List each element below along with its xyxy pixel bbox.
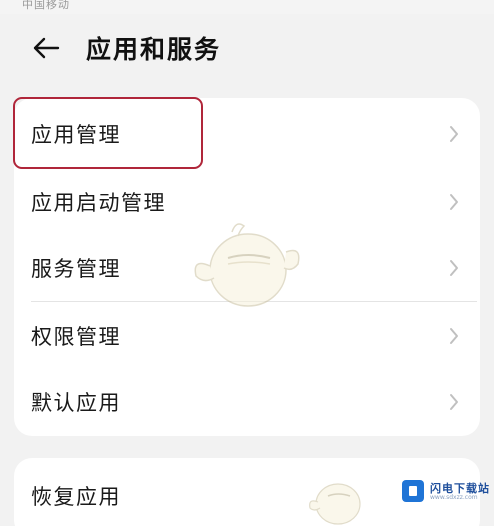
status-bar-carrier: 中国移动 [22, 0, 70, 11]
list-item-permission-management[interactable]: 权限管理 [14, 303, 480, 369]
chevron-right-icon [450, 126, 458, 142]
chevron-right-icon [450, 260, 458, 276]
back-button[interactable] [26, 28, 66, 68]
settings-card-main: 应用管理 应用启动管理 服务管理 权限管理 默认应用 [14, 98, 480, 436]
settings-card-secondary: 恢复应用 [14, 458, 480, 526]
status-bar: 中国移动 [0, 0, 494, 14]
list-item-label: 服务管理 [31, 257, 121, 281]
list-item-label: 应用启动管理 [31, 191, 166, 215]
divider [31, 301, 477, 302]
list-item-service-management[interactable]: 服务管理 [14, 235, 480, 301]
list-item-label: 权限管理 [31, 325, 121, 349]
page-title: 应用和服务 [86, 35, 222, 64]
list-item-label: 应用管理 [31, 123, 121, 147]
list-item-restore-apps[interactable]: 恢复应用 [14, 463, 480, 526]
chevron-right-icon [450, 394, 458, 410]
header: 应用和服务 [0, 20, 494, 76]
list-item-app-launch-management[interactable]: 应用启动管理 [14, 169, 480, 235]
chevron-right-icon [450, 328, 458, 344]
app-and-services-screen: 中国移动 应用和服务 应用管理 应用启动管理 服务管理 权限管理 默认应用 恢复… [0, 0, 494, 526]
list-item-label: 默认应用 [31, 391, 121, 415]
list-item-label: 恢复应用 [31, 485, 121, 509]
chevron-right-icon [450, 194, 458, 210]
list-item-app-management[interactable]: 应用管理 [14, 101, 480, 167]
arrow-left-icon [33, 37, 60, 59]
list-item-default-apps[interactable]: 默认应用 [14, 369, 480, 435]
